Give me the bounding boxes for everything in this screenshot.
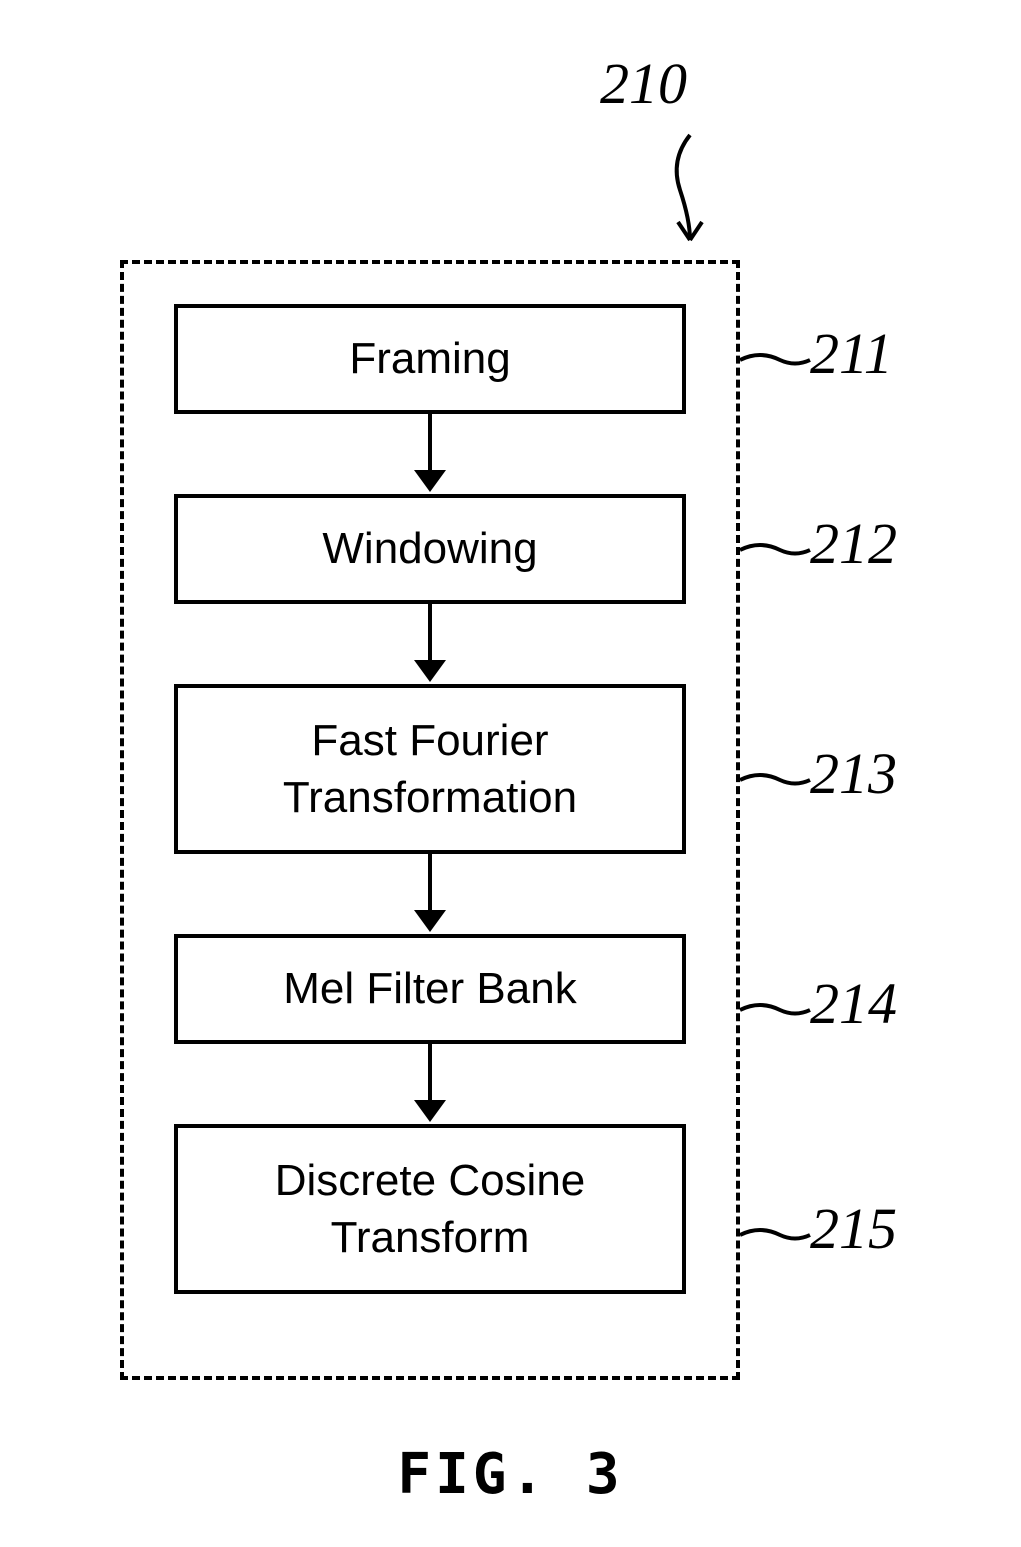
connector-line xyxy=(740,535,810,570)
reference-label-214: 214 xyxy=(810,970,897,1037)
arrow-connector xyxy=(174,854,686,934)
reference-label-211: 211 xyxy=(810,320,893,387)
arrow-connector xyxy=(174,1044,686,1124)
reference-label-212: 212 xyxy=(810,510,897,577)
reference-label-215: 215 xyxy=(810,1195,897,1262)
connector-line xyxy=(740,1220,810,1255)
diagram-container: Framing Windowing Fast Fourier Transform… xyxy=(120,260,740,1380)
block-mel-filter: Mel Filter Bank xyxy=(174,934,686,1044)
block-fft: Fast Fourier Transformation xyxy=(174,684,686,854)
arrow-connector xyxy=(174,414,686,494)
block-label: Windowing xyxy=(322,520,537,577)
connector-line xyxy=(740,345,810,380)
block-dct: Discrete Cosine Transform xyxy=(174,1124,686,1294)
block-label: Mel Filter Bank xyxy=(283,960,576,1017)
figure-caption: FIG. 3 xyxy=(397,1442,623,1507)
arrow-connector xyxy=(174,604,686,684)
reference-label-213: 213 xyxy=(810,740,897,807)
connector-line xyxy=(740,995,810,1030)
down-arrow-icon xyxy=(428,414,432,474)
down-arrow-icon xyxy=(428,854,432,914)
block-label: Fast Fourier Transformation xyxy=(283,712,577,826)
block-windowing: Windowing xyxy=(174,494,686,604)
down-arrow-icon xyxy=(428,1044,432,1104)
block-framing: Framing xyxy=(174,304,686,414)
main-reference-arrow xyxy=(660,130,720,265)
main-reference-label: 210 xyxy=(600,50,687,117)
block-label: Framing xyxy=(349,330,510,387)
block-label: Discrete Cosine Transform xyxy=(275,1152,586,1266)
down-arrow-icon xyxy=(428,604,432,664)
connector-line xyxy=(740,765,810,800)
